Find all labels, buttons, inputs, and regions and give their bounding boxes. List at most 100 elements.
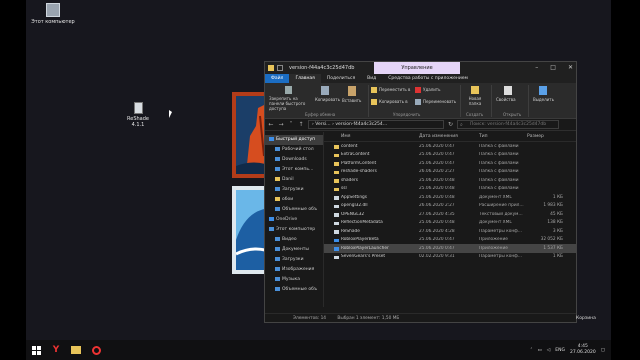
nav-item-label: Downloads bbox=[282, 157, 307, 162]
nav-item[interactable]: Этот компьютер bbox=[265, 225, 323, 235]
copy-to-button[interactable]: Копировать в bbox=[371, 99, 408, 105]
file-name: RobloxPlayerLauncher bbox=[324, 246, 419, 251]
tab-app-tools[interactable]: Средства работы с приложением bbox=[382, 74, 474, 83]
file-row[interactable]: shaders 25.06.2020 0:48 Папка с файлами bbox=[324, 176, 576, 185]
folder-icon bbox=[334, 145, 339, 149]
folder-quick-icon[interactable] bbox=[268, 65, 274, 71]
clock[interactable]: 4:45 27.06.2020 bbox=[570, 344, 596, 356]
quick-access-icon[interactable] bbox=[277, 65, 283, 71]
copy-button[interactable]: Копировать bbox=[315, 86, 340, 102]
volume-icon[interactable]: ◁ bbox=[547, 348, 550, 353]
nav-item[interactable]: Рабочий стол bbox=[265, 145, 323, 155]
file-row[interactable]: ReflectionMetadata 25.06.2020 0:48 Докумен… bbox=[324, 219, 576, 228]
nav-item[interactable]: Объемные объ bbox=[265, 285, 323, 295]
nav-item[interactable]: обои bbox=[265, 195, 323, 205]
move-to-button[interactable]: Переместить в bbox=[371, 87, 410, 93]
select-button[interactable]: Выделить bbox=[533, 86, 554, 102]
manage-context-tab[interactable]: Управление bbox=[374, 62, 460, 74]
recent-locations-icon[interactable]: ˅ bbox=[288, 121, 294, 128]
ribbon-tabs: Файл Главная Поделиться Вид Средства раб… bbox=[265, 74, 576, 83]
address-field[interactable]: › Versi… › version-f44a4c3c254… bbox=[308, 120, 444, 129]
pictures-icon bbox=[275, 266, 280, 271]
xml-file-icon bbox=[334, 221, 339, 226]
nav-item[interactable]: Видео bbox=[265, 235, 323, 245]
file-row[interactable]: ssl 25.06.2020 0:48 Папка с файлами bbox=[324, 185, 576, 194]
file-row[interactable]: content 25.06.2020 0:47 Папка с файлами bbox=[324, 142, 576, 151]
file-name: content bbox=[324, 144, 419, 149]
config-file-icon bbox=[334, 255, 339, 260]
notifications-icon[interactable]: ▢ bbox=[601, 348, 605, 353]
file-row[interactable]: opengl32.dll 26.06.2020 2:27 Расширение пр… bbox=[324, 202, 576, 211]
ribbon-group-open: Открыть bbox=[503, 112, 522, 117]
downloads-icon bbox=[275, 156, 280, 161]
file-row[interactable]: SevenGears's Preset 02.02.2020 9:31 Параме… bbox=[324, 253, 576, 262]
paste-button[interactable]: Вставить bbox=[342, 86, 361, 103]
file-row[interactable]: PlatformContent 25.06.2020 0:47 Папка с фа… bbox=[324, 159, 576, 168]
file-name: opengl32.dll bbox=[324, 203, 419, 209]
pin-quick-access-button[interactable]: Закрепить на панели быстрого доступа bbox=[269, 86, 311, 111]
opera-browser-icon[interactable] bbox=[86, 340, 106, 360]
file-name-text: opengl32.dll bbox=[341, 203, 368, 209]
close-button[interactable]: ✕ bbox=[568, 64, 573, 71]
file-row[interactable]: ExtraContent 25.06.2020 0:47 Папка с файла… bbox=[324, 151, 576, 160]
file-explorer-taskbar-icon[interactable] bbox=[66, 340, 86, 360]
nav-item[interactable]: Danil bbox=[265, 175, 323, 185]
nav-item-label: Объемные объ bbox=[282, 207, 318, 212]
file-type: Папка с файлами bbox=[479, 186, 519, 192]
desktop-icon-reshade[interactable]: ReShade 4.1.1 bbox=[115, 102, 161, 128]
nav-item[interactable]: Быстрый доступ bbox=[265, 135, 323, 145]
back-arrow-icon[interactable]: ← bbox=[268, 121, 274, 128]
nav-item[interactable]: Документы bbox=[265, 245, 323, 255]
file-name: reshade-shaders bbox=[324, 169, 419, 175]
minimize-button[interactable]: – bbox=[535, 64, 538, 71]
file-row[interactable]: AppSettings 25.06.2020 0:48 Документ XML 1 … bbox=[324, 193, 576, 202]
up-arrow-icon[interactable]: ↑ bbox=[298, 121, 304, 128]
tab-home[interactable]: Главная bbox=[289, 74, 321, 83]
folder-icon bbox=[334, 153, 339, 158]
desktop-icon-this-pc[interactable]: Этот компьютер bbox=[30, 3, 76, 25]
pc-icon bbox=[269, 226, 274, 231]
nav-item[interactable]: Объемные объ bbox=[265, 205, 323, 215]
file-name-text: ReShade bbox=[341, 228, 360, 234]
ribbon-group-create: Создать bbox=[466, 112, 484, 117]
column-header-date[interactable]: Дата изменения bbox=[419, 134, 479, 139]
nav-item[interactable]: Изображения bbox=[265, 265, 323, 275]
tab-share[interactable]: Поделиться bbox=[321, 74, 361, 83]
file-row[interactable]: RobloxPlayerLauncher 25.06.2020 0:47 Прило… bbox=[324, 244, 576, 253]
column-header-type[interactable]: Тип bbox=[479, 134, 527, 139]
nav-item[interactable]: Загрузки bbox=[265, 185, 323, 195]
start-button[interactable] bbox=[26, 340, 46, 360]
nav-item[interactable]: Этот компь… bbox=[265, 165, 323, 175]
nav-item[interactable]: OneDrive bbox=[265, 215, 323, 225]
network-icon[interactable]: ▭ bbox=[538, 348, 542, 353]
tray-chevron-icon[interactable]: ˄ bbox=[530, 348, 532, 353]
file-name-text: AppSettings bbox=[341, 194, 368, 200]
forward-arrow-icon[interactable]: → bbox=[278, 121, 284, 128]
desktop-folder-icon bbox=[275, 146, 280, 151]
refresh-icon[interactable]: ↻ bbox=[448, 121, 453, 128]
file-row[interactable]: OPENGL32 27.06.2020 4:35 Текстовый докум… 4… bbox=[324, 210, 576, 219]
properties-check-icon bbox=[504, 86, 512, 95]
new-folder-button[interactable]: Новая папка bbox=[464, 86, 486, 106]
copy-to-icon bbox=[371, 99, 377, 105]
file-name: shaders bbox=[324, 178, 419, 183]
column-header-name[interactable]: Имя bbox=[324, 134, 419, 139]
nav-item[interactable]: Загрузки bbox=[265, 255, 323, 265]
properties-button[interactable]: Свойства bbox=[496, 86, 516, 102]
maximize-button[interactable]: □ bbox=[550, 64, 556, 71]
search-input[interactable]: ⌕ Поиск: version-f44a4c3c25d47db bbox=[457, 120, 560, 129]
column-header-size[interactable]: Размер bbox=[527, 134, 567, 139]
file-row[interactable]: ReShade 27.06.2020 4:28 Параметры конф… 3 К… bbox=[324, 227, 576, 236]
tab-file[interactable]: Файл bbox=[265, 74, 290, 83]
title-bar[interactable]: version-f44a4c3c25d47db Управление – □ ✕ bbox=[265, 62, 576, 74]
tab-view[interactable]: Вид bbox=[361, 74, 382, 83]
rename-button[interactable]: Переименовать bbox=[415, 99, 456, 105]
language-indicator[interactable]: ENG bbox=[555, 348, 565, 353]
delete-button[interactable]: Удалить bbox=[415, 87, 441, 93]
nav-item-label: обои bbox=[282, 197, 294, 202]
nav-item[interactable]: Downloads bbox=[265, 155, 323, 165]
file-row[interactable]: RobloxPlayerBeta 25.06.2020 0:47 Приложени… bbox=[324, 236, 576, 245]
file-row[interactable]: reshade-shaders 26.06.2020 2:27 Папка с фа… bbox=[324, 168, 576, 177]
yandex-browser-icon[interactable]: Y bbox=[46, 340, 66, 360]
nav-item[interactable]: Музыка bbox=[265, 275, 323, 285]
